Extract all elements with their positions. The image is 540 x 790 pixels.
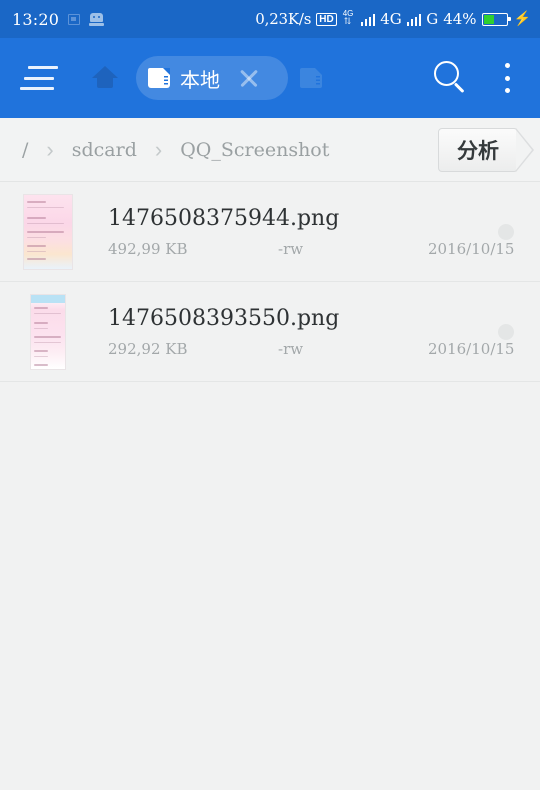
thumbnail-container — [0, 193, 96, 270]
chevron-right-icon: › — [46, 136, 54, 162]
signal-bars-sim1-icon — [360, 13, 376, 26]
file-subinfo: 492,99 KB -rw 2016/10/15 — [108, 240, 540, 258]
charging-bolt-icon: ⚡ — [513, 11, 531, 27]
network-speed: 0,23K/s — [255, 10, 312, 28]
data-transfer-arrows: ⇅ — [343, 17, 351, 27]
sim1-network-type: 4G — [380, 10, 402, 28]
analyze-action[interactable]: 分析 — [438, 127, 534, 172]
selection-dot[interactable] — [498, 323, 514, 340]
status-bar-left: 13:20 — [0, 9, 105, 29]
breadcrumb-item-sdcard[interactable]: sdcard — [72, 139, 137, 161]
status-bar-right: 0,23K/s HD 4G ⇅ 4G G 44% ⚡ — [255, 10, 540, 29]
close-icon[interactable] — [236, 65, 262, 91]
cast-icon — [68, 13, 81, 25]
status-bar: 13:20 0,23K/s HD 4G ⇅ 4G G 44% ⚡ — [0, 0, 540, 38]
analyze-chevron-icon — [516, 127, 534, 172]
pink-blue-screenshot-thumbnail — [30, 293, 66, 370]
tab-secondary-storage[interactable] — [300, 68, 322, 88]
breadcrumb: / › sdcard › QQ_Screenshot 分析 — [0, 118, 540, 182]
pink-screenshot-thumbnail — [23, 193, 73, 270]
status-time: 13:20 — [12, 9, 60, 29]
file-permissions: -rw — [278, 240, 304, 258]
analyze-button[interactable]: 分析 — [438, 127, 518, 172]
hamburger-menu-icon[interactable] — [20, 63, 66, 93]
data-transfer-icon: 4G ⇅ — [342, 10, 356, 27]
file-meta: 1476508393550.png 292,92 KB -rw 2016/10/… — [96, 305, 540, 358]
selection-dot[interactable] — [498, 223, 514, 240]
battery-percent: 44% — [443, 10, 477, 28]
thumbnail-header-bar — [31, 294, 65, 303]
file-list: 1476508375944.png 492,99 KB -rw 2016/10/… — [0, 182, 540, 382]
table-row[interactable]: 1476508375944.png 492,99 KB -rw 2016/10/… — [0, 182, 540, 282]
file-subinfo: 292,92 KB -rw 2016/10/15 — [108, 340, 540, 358]
signal-bars-sim2-icon — [406, 13, 422, 26]
sdcard-icon — [148, 68, 170, 88]
table-row[interactable]: 1476508393550.png 292,92 KB -rw 2016/10/… — [0, 282, 540, 382]
file-size: 492,99 KB — [108, 240, 188, 258]
tab-local-storage[interactable]: 本地 — [136, 56, 288, 100]
file-manager-screen: 13:20 0,23K/s HD 4G ⇅ 4G G 44% ⚡ 本地 / › … — [0, 0, 540, 790]
android-robot-icon — [89, 12, 105, 26]
file-meta: 1476508375944.png 492,99 KB -rw 2016/10/… — [96, 205, 540, 258]
file-name: 1476508375944.png — [108, 206, 340, 231]
search-icon[interactable] — [434, 61, 468, 95]
more-vertical-icon[interactable] — [494, 63, 520, 93]
breadcrumb-item-root[interactable]: / — [22, 139, 28, 161]
thumbnail-container — [0, 293, 96, 370]
sim2-network-type: G — [426, 10, 439, 28]
home-icon[interactable] — [92, 66, 118, 90]
tab-label: 本地 — [180, 67, 220, 92]
chevron-right-icon: › — [154, 136, 163, 162]
app-toolbar: 本地 — [0, 38, 540, 118]
file-size: 292,92 KB — [108, 340, 188, 358]
breadcrumb-item-qq-screenshot[interactable]: QQ_Screenshot — [180, 139, 329, 161]
file-date: 2016/10/15 — [428, 240, 515, 258]
file-date: 2016/10/15 — [428, 340, 515, 358]
battery-icon — [481, 12, 511, 26]
file-permissions: -rw — [278, 340, 304, 358]
file-name: 1476508393550.png — [108, 306, 340, 331]
hd-icon: HD — [316, 12, 337, 26]
